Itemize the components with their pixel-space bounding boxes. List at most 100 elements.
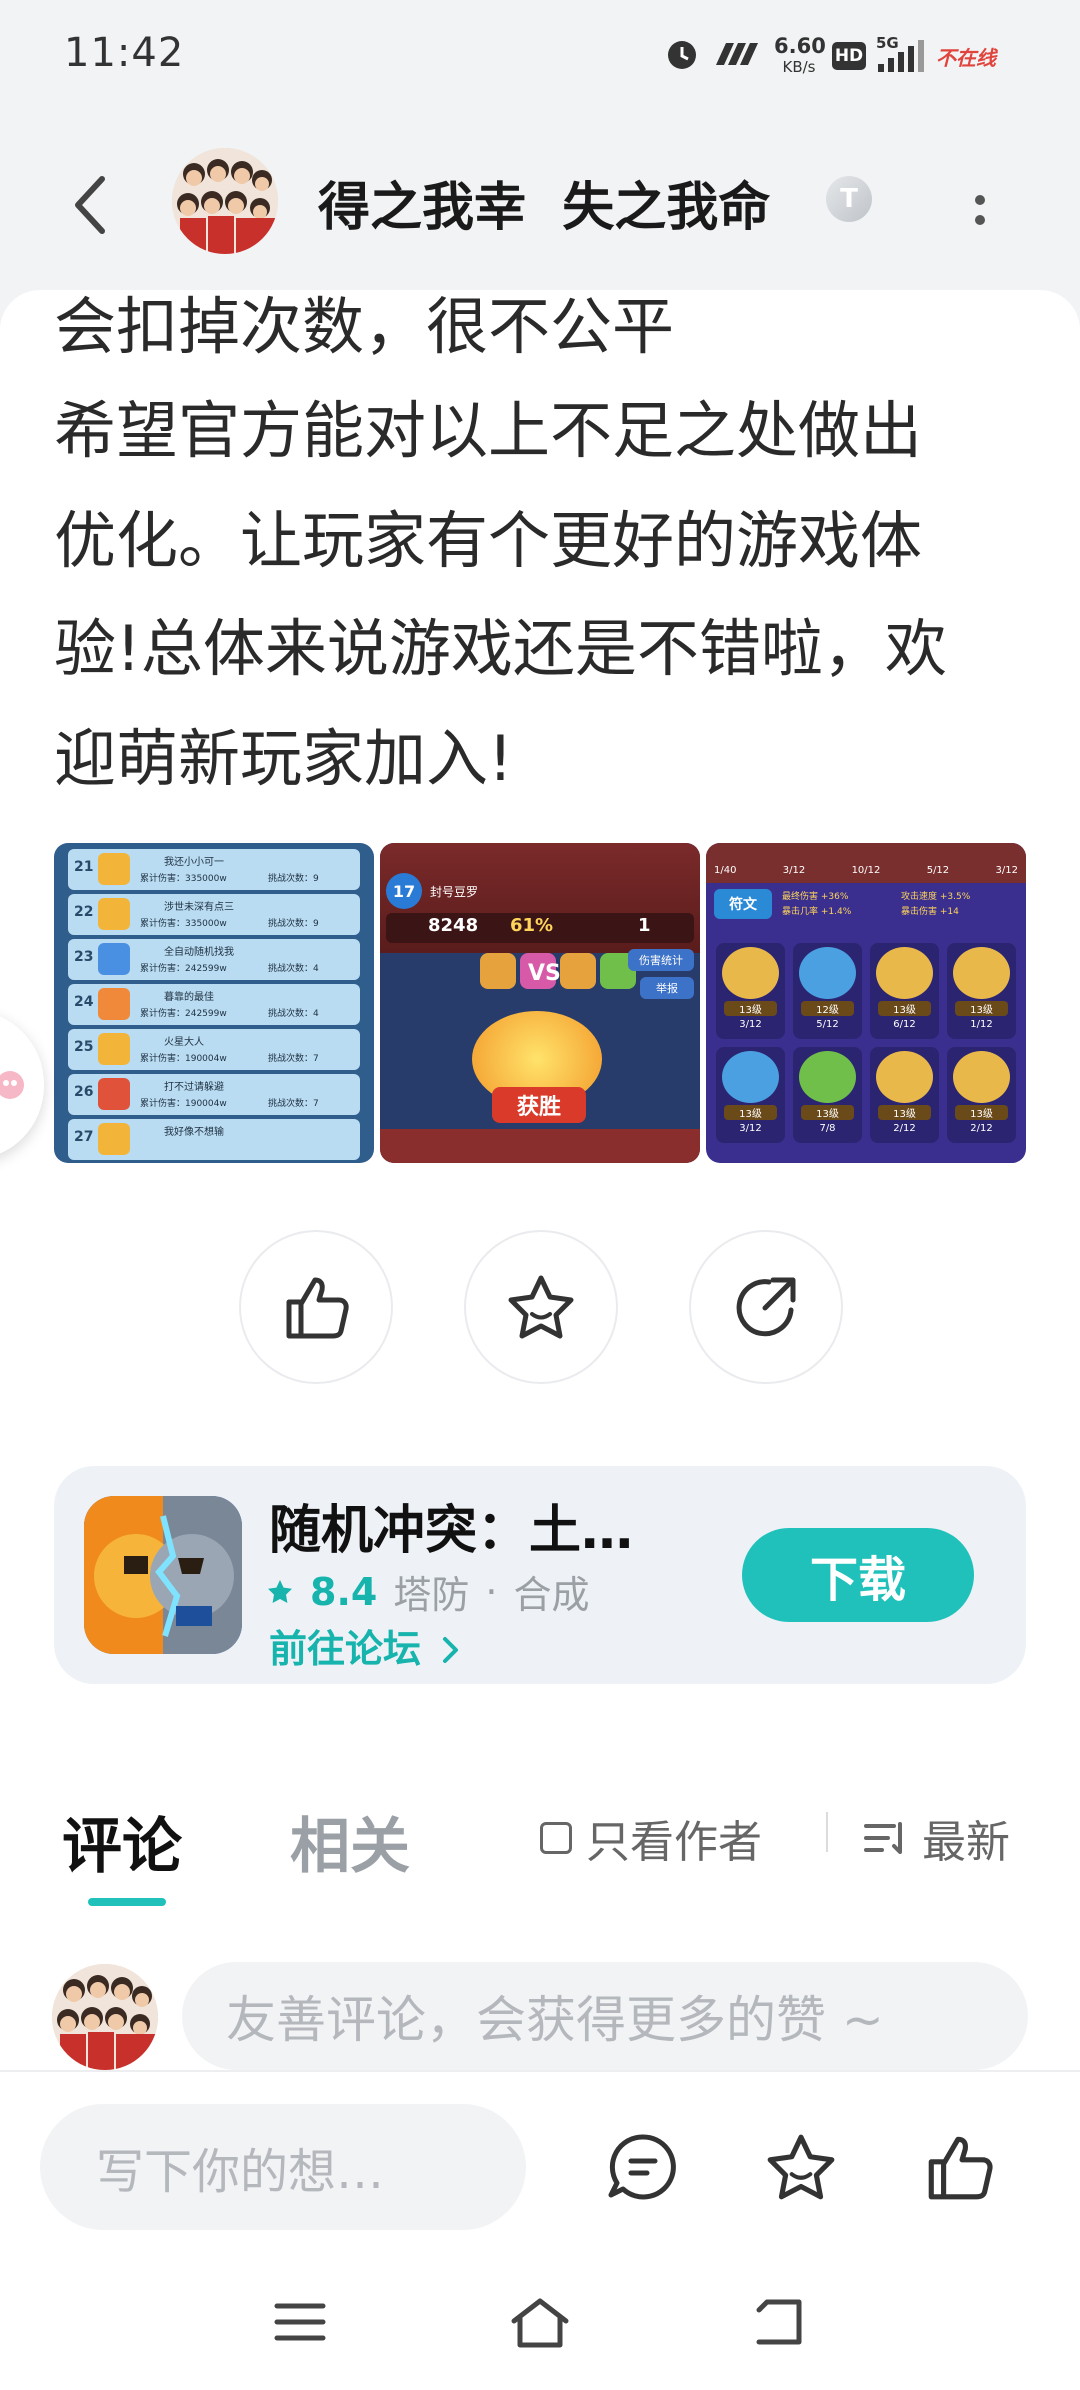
author-avatar[interactable]	[172, 148, 278, 254]
app-rating: 8.4	[310, 1569, 378, 1614]
victory-label: 获胜	[492, 1087, 586, 1123]
app-name: 随机冲突：土…	[269, 1501, 634, 1561]
player-damage: 累计伤害：335000w	[140, 874, 227, 884]
rune-level: 13级	[878, 1001, 931, 1016]
post-images: 21 我还小小可一 累计伤害：335000w 挑战次数：9 22 涉世未深有点三 累计伤害：…	[54, 843, 1026, 1163]
player-avatar	[98, 943, 130, 975]
download-button[interactable]: 下载	[742, 1528, 974, 1622]
rune-card: 13级 2/12	[947, 1047, 1016, 1143]
rune-count-label: 10/12	[851, 865, 881, 876]
rune-portrait	[722, 1051, 779, 1103]
author-only-toggle[interactable]: 只看作者	[540, 1806, 762, 1870]
player-avatar	[98, 853, 130, 885]
menu-nav-button[interactable]	[260, 2292, 340, 2352]
ranking-number: 21	[74, 859, 94, 875]
back-button[interactable]	[60, 165, 120, 245]
comment-prompt-input[interactable]: 友善评论，会获得更多的赞 ~	[182, 1962, 1028, 2070]
favorite-button[interactable]	[464, 1230, 618, 1384]
player-damage: 累计伤害：242599w	[140, 964, 227, 974]
level-badge: 17	[386, 873, 422, 909]
return-icon	[756, 2299, 802, 2345]
rune-level: 13级	[724, 1105, 777, 1120]
ranking-row: 22 涉世未深有点三 累计伤害：335000w 挑战次数：9	[68, 894, 360, 935]
rune-progress: 5/12	[816, 1019, 839, 1030]
divider	[826, 1812, 828, 1852]
post-image-ranking[interactable]: 21 我还小小可一 累计伤害：335000w 挑战次数：9 22 涉世未深有点三 累计伤害：…	[54, 843, 374, 1163]
player-challenge-count: 挑战次数：4	[268, 964, 319, 974]
player-damage: 累计伤害：335000w	[140, 919, 227, 929]
thumbs-up-icon	[928, 2136, 993, 2200]
player-avatar	[98, 898, 130, 930]
rune-progress: 1/12	[970, 1019, 993, 1030]
comment-bubble-icon	[608, 2134, 676, 2200]
back-nav-button[interactable]	[740, 2292, 820, 2352]
player-avatar	[98, 1123, 130, 1155]
rune-card: 13级 3/12	[716, 943, 785, 1039]
tab-related[interactable]: 相关	[290, 1798, 410, 1885]
more-options-button[interactable]	[960, 170, 1000, 250]
app-card[interactable]: 随机冲突：土… 8.4 塔防 · 合成 前往论坛 下载	[54, 1466, 1026, 1684]
rune-progress: 2/12	[893, 1123, 916, 1134]
player-name: 暮靠的最佳	[164, 992, 214, 1003]
rune-progress: 6/12	[893, 1019, 916, 1030]
player-name: 全自动随机找我	[164, 947, 234, 958]
player-name: 火星大人	[164, 1037, 204, 1048]
ranking-number: 26	[74, 1084, 94, 1100]
author-name[interactable]: 得之我幸 失之我命	[318, 165, 770, 240]
post-header: 得之我幸 失之我命 T	[0, 110, 1080, 290]
tab-comments[interactable]: 评论	[62, 1798, 182, 1885]
forum-link[interactable]: 前往论坛	[269, 1618, 462, 1673]
bottom-action-bar: 写下你的想…	[0, 2070, 1080, 2390]
player-damage: 累计伤害：242599w	[140, 1009, 227, 1019]
rune-count-label: 5/12	[926, 865, 950, 876]
rune-count-label: 1/40	[714, 865, 737, 876]
rating-star-icon	[268, 1579, 292, 1603]
verify-badge-icon: T	[826, 176, 872, 222]
rune-count-label: 3/12	[782, 865, 806, 876]
post-text-line: 验!总体来说游戏还是不错啦，欢	[54, 612, 947, 685]
post-image-runes[interactable]: 1/40 3/12 10/12 5/12 3/12 符文 最终伤害 +36% 攻击速度 +…	[706, 843, 1026, 1163]
home-icon	[511, 2298, 569, 2348]
active-tab-indicator	[88, 1898, 166, 1906]
post-text-line: 迎萌新玩家加入!	[54, 722, 513, 795]
user-avatar[interactable]	[52, 1964, 158, 2070]
post-text-line: 优化。让玩家有个更好的游戏体	[54, 504, 923, 577]
star-icon	[508, 1275, 574, 1339]
rune-card: 13级 1/12	[947, 943, 1016, 1039]
player-damage: 累计伤害：190004w	[140, 1099, 227, 1109]
ranking-number: 24	[74, 994, 94, 1010]
rune-card: 13级 6/12	[870, 943, 939, 1039]
write-comment-input[interactable]: 写下你的想…	[40, 2104, 526, 2230]
menu-icon	[274, 2303, 326, 2341]
home-nav-button[interactable]	[500, 2292, 580, 2352]
player-name: 我还小小可一	[164, 857, 224, 868]
thumbs-up-icon	[286, 1277, 349, 1339]
rune-progress: 2/12	[970, 1123, 993, 1134]
post-text-line: 会扣掉次数，很不公平	[54, 290, 675, 363]
rune-portrait	[953, 1051, 1010, 1103]
app-icon[interactable]	[84, 1496, 242, 1654]
player-name: 打不过请躲避	[164, 1082, 224, 1093]
player-name: 我好像不想输	[164, 1127, 224, 1138]
hd-icon: HD	[832, 42, 866, 70]
comment-button[interactable]	[600, 2124, 686, 2210]
bottom-like-button[interactable]	[916, 2124, 1002, 2210]
like-button[interactable]	[239, 1230, 393, 1384]
rune-stat: 攻击速度 +3.5%	[901, 892, 971, 902]
bottom-favorite-button[interactable]	[758, 2124, 844, 2210]
sort-button[interactable]: 最新	[862, 1806, 1010, 1870]
rune-card: 13级 2/12	[870, 1047, 939, 1143]
status-time: 11:42	[64, 30, 185, 76]
ranking-row: 25 火星大人 累计伤害：190004w 挑战次数：7	[68, 1029, 360, 1070]
app-tag: 塔防	[393, 1573, 470, 1617]
rune-progress: 7/8	[819, 1123, 836, 1134]
player-name: 涉世未深有点三	[164, 902, 234, 913]
status-bar: 11:42 6.60 KB/s HD 5G 不在线	[0, 0, 1080, 110]
player-avatar	[98, 988, 130, 1020]
ranking-row: 23 全自动随机找我 累计伤害：242599w 挑战次数：4	[68, 939, 360, 980]
rune-count-label: 3/12	[995, 865, 1018, 876]
post-image-battle[interactable]: 17 封号豆罗 8248 61% 1 VS 伤害统计 举报 获胜	[380, 843, 700, 1163]
share-button[interactable]	[689, 1230, 843, 1384]
player-challenge-count: 挑战次数：7	[268, 1099, 319, 1109]
player-challenge-count: 挑战次数：9	[268, 874, 319, 884]
